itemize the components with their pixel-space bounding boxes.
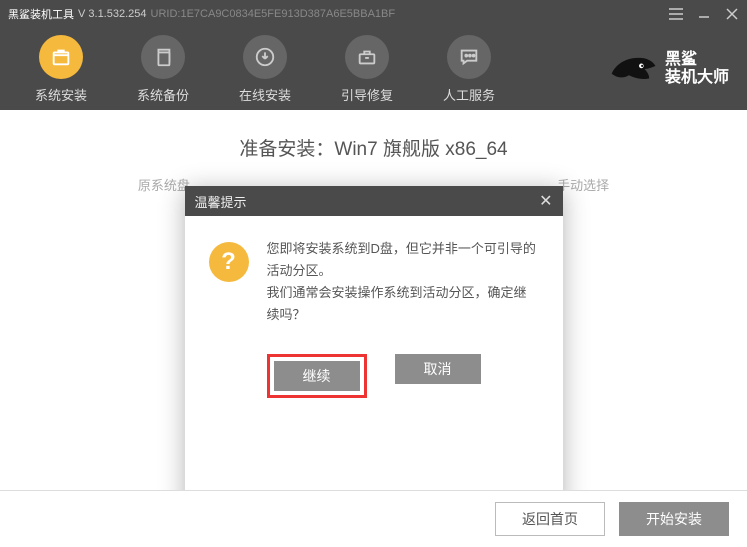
navbar: 系统安装 系统备份 在线安装 引导修复 人工服务 黑鲨 装机大师 — [0, 28, 747, 110]
window-controls — [669, 7, 739, 21]
chat-icon — [447, 35, 491, 79]
dialog-message-line2: 我们通常会安装操作系统到活动分区，确定继续吗？ — [267, 282, 539, 326]
minimize-icon[interactable] — [697, 7, 711, 21]
brand: 黑鲨 装机大师 — [607, 50, 729, 88]
brand-line1: 黑鲨 — [665, 51, 729, 69]
dialog-close-button[interactable]: ✕ — [539, 191, 552, 211]
nav-system-backup[interactable]: 系统备份 — [120, 35, 206, 104]
nav-system-install[interactable]: 系统安装 — [18, 35, 104, 104]
download-icon — [243, 35, 287, 79]
nav-label: 系统备份 — [137, 85, 189, 104]
app-name: 黑鲨装机工具 — [8, 6, 74, 22]
footer: 返回首页 开始安装 — [0, 490, 747, 547]
dialog-body: ? 您即将安装系统到D盘，但它并非一个可引导的活动分区。 我们通常会安装操作系统… — [185, 216, 563, 336]
nav-label: 系统安装 — [35, 85, 87, 104]
app-version: V 3.1.532.254 — [78, 8, 147, 20]
nav-support[interactable]: 人工服务 — [426, 35, 512, 104]
warning-dialog: 温馨提示 ✕ ? 您即将安装系统到D盘，但它并非一个可引导的活动分区。 我们通常… — [185, 186, 563, 514]
question-icon: ? — [209, 242, 249, 282]
box-icon — [39, 35, 83, 79]
dialog-title: 温馨提示 — [195, 192, 247, 211]
start-install-button[interactable]: 开始安装 — [619, 502, 729, 536]
nav-boot-repair[interactable]: 引导修复 — [324, 35, 410, 104]
continue-button[interactable]: 继续 — [274, 361, 360, 391]
dialog-message: 您即将安装系统到D盘，但它并非一个可引导的活动分区。 我们通常会安装操作系统到活… — [267, 238, 539, 326]
back-home-button[interactable]: 返回首页 — [495, 502, 605, 536]
nav-label: 在线安装 — [239, 85, 291, 104]
toolbox-icon — [345, 35, 389, 79]
content-area: 准备安装：Win7 旗舰版 x86_64 原系统盘 手动选择 温馨提示 ✕ ? … — [0, 134, 747, 514]
dialog-backdrop: 温馨提示 ✕ ? 您即将安装系统到D盘，但它并非一个可引导的活动分区。 我们通常… — [0, 134, 747, 514]
nav-label: 人工服务 — [443, 85, 495, 104]
close-icon[interactable] — [725, 7, 739, 21]
brand-line2: 装机大师 — [665, 69, 729, 87]
menu-icon[interactable] — [669, 7, 683, 21]
cancel-button[interactable]: 取消 — [395, 354, 481, 384]
app-urid: URID:1E7CA9C0834E5FE913D387A6E5BBA1BF — [151, 8, 396, 20]
dialog-message-line1: 您即将安装系统到D盘，但它并非一个可引导的活动分区。 — [267, 238, 539, 282]
shark-icon — [607, 50, 657, 88]
nav-label: 引导修复 — [341, 85, 393, 104]
dialog-titlebar: 温馨提示 ✕ — [185, 186, 563, 216]
highlight-frame: 继续 — [267, 354, 367, 398]
dialog-actions: 继续 取消 — [185, 336, 563, 424]
nav-online-install[interactable]: 在线安装 — [222, 35, 308, 104]
titlebar: 黑鲨装机工具 V 3.1.532.254 URID:1E7CA9C0834E5F… — [0, 0, 747, 28]
copy-icon — [141, 35, 185, 79]
